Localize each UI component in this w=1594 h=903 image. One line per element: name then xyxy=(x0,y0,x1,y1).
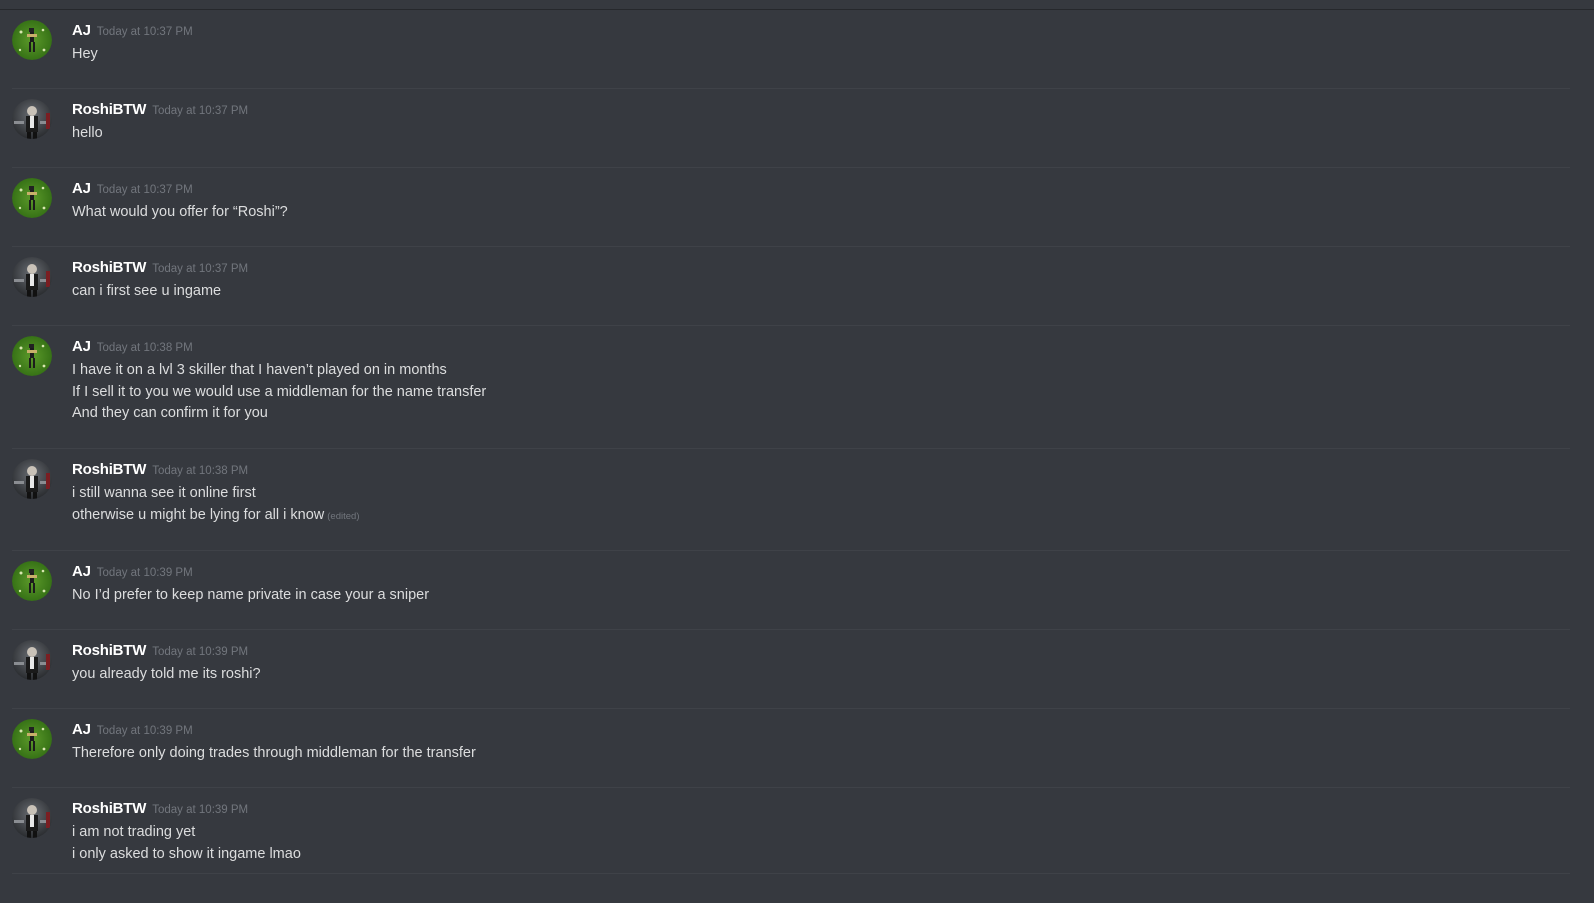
timestamp[interactable]: Today at 10:37 PM xyxy=(97,26,193,38)
message-line: i still wanna see it online first xyxy=(72,485,256,501)
message-line: i only asked to show it ingame lmao xyxy=(72,845,301,862)
message-group[interactable]: AJ Today at 10:37 PM Hey xyxy=(12,10,1570,89)
message-header: AJ Today at 10:39 PM xyxy=(72,563,1570,585)
username[interactable]: RoshiBTW xyxy=(72,800,146,817)
timestamp[interactable]: Today at 10:39 PM xyxy=(97,725,193,737)
username[interactable]: AJ xyxy=(72,22,91,39)
message-line: i am not trading yet xyxy=(72,824,196,840)
avatar[interactable] xyxy=(12,459,52,499)
avatar[interactable] xyxy=(12,719,52,759)
message-text: And they can confirm it for you xyxy=(72,403,1570,425)
message-text: No I’d prefer to keep name private in ca… xyxy=(72,585,1570,607)
message-group[interactable]: RoshiBTW Today at 10:39 PM you already tol… xyxy=(12,630,1570,709)
message-body: RoshiBTW Today at 10:38 PM i still wanna s… xyxy=(72,449,1570,527)
message-line: can i first see u ingame xyxy=(72,283,222,299)
message-text: otherwise u might be lying for all i kno… xyxy=(72,505,1570,528)
channel-header-edge xyxy=(0,0,1594,10)
message-line: And they can confirm it for you xyxy=(72,405,268,421)
message-body: AJ Today at 10:39 PM Therefore only doing … xyxy=(72,709,1570,765)
message-text: hello xyxy=(72,123,1570,145)
avatar[interactable] xyxy=(12,178,52,218)
avatar[interactable] xyxy=(12,257,52,297)
avatar[interactable] xyxy=(12,336,52,376)
message-text: What would you offer for “Roshi”? xyxy=(72,202,1570,224)
message-list[interactable]: AJ Today at 10:37 PM Hey RoshiBTW Today at 1… xyxy=(0,10,1594,874)
message-line: Hey xyxy=(72,46,98,62)
timestamp[interactable]: Today at 10:37 PM xyxy=(97,184,193,196)
message-text: I have it on a lvl 3 skiller that I have… xyxy=(72,360,1570,382)
message-header: AJ Today at 10:37 PM xyxy=(72,180,1570,202)
message-header: RoshiBTW Today at 10:37 PM xyxy=(72,259,1570,281)
username[interactable]: RoshiBTW xyxy=(72,259,146,276)
message-text: you already told me its roshi? xyxy=(72,664,1570,686)
message-text: Hey xyxy=(72,44,1570,66)
edited-tag: (edited) xyxy=(327,510,360,522)
message-body: RoshiBTW Today at 10:39 PM i am not tradin… xyxy=(72,788,1570,865)
message-line: Therefore only doing trades through midd… xyxy=(72,745,476,761)
message-group[interactable]: AJ Today at 10:39 PM Therefore only doing … xyxy=(12,709,1570,788)
message-body: AJ Today at 10:37 PM What would you offer … xyxy=(72,168,1570,224)
message-line: What would you offer for “Roshi”? xyxy=(72,204,288,220)
message-group[interactable]: AJ Today at 10:37 PM What would you offer … xyxy=(12,168,1570,247)
message-text: i still wanna see it online first xyxy=(72,483,1570,505)
message-group[interactable]: RoshiBTW Today at 10:37 PM can i first see… xyxy=(12,247,1570,326)
timestamp[interactable]: Today at 10:38 PM xyxy=(97,342,193,354)
message-line: otherwise u might be lying for all i kno… xyxy=(72,506,325,523)
username[interactable]: RoshiBTW xyxy=(72,642,146,659)
message-body: RoshiBTW Today at 10:39 PM you already tol… xyxy=(72,630,1570,686)
message-text: If I sell it to you we would use a middl… xyxy=(72,382,1570,404)
timestamp[interactable]: Today at 10:37 PM xyxy=(152,263,248,275)
message-text: can i first see u ingame xyxy=(72,281,1570,303)
avatar[interactable] xyxy=(12,99,52,139)
username[interactable]: AJ xyxy=(72,180,91,197)
message-body: AJ Today at 10:37 PM Hey xyxy=(72,10,1570,66)
avatar[interactable] xyxy=(12,798,52,838)
message-header: AJ Today at 10:38 PM xyxy=(72,338,1570,360)
timestamp[interactable]: Today at 10:39 PM xyxy=(97,567,193,579)
timestamp[interactable]: Today at 10:37 PM xyxy=(152,105,248,117)
message-group[interactable]: AJ Today at 10:39 PM No I’d prefer to keep… xyxy=(12,551,1570,630)
message-line: No I’d prefer to keep name private in ca… xyxy=(72,587,430,603)
message-body: AJ Today at 10:38 PM I have it on a lvl 3 … xyxy=(72,326,1570,425)
message-body: RoshiBTW Today at 10:37 PM can i first see… xyxy=(72,247,1570,303)
username[interactable]: AJ xyxy=(72,563,91,580)
message-header: RoshiBTW Today at 10:39 PM xyxy=(72,800,1570,822)
username[interactable]: RoshiBTW xyxy=(72,101,146,118)
message-group[interactable]: AJ Today at 10:38 PM I have it on a lvl 3 … xyxy=(12,326,1570,449)
message-header: RoshiBTW Today at 10:37 PM xyxy=(72,101,1570,123)
username[interactable]: RoshiBTW xyxy=(72,461,146,478)
timestamp[interactable]: Today at 10:38 PM xyxy=(152,465,248,477)
message-text: i am not trading yet xyxy=(72,822,1570,844)
chat-window: AJ Today at 10:37 PM Hey RoshiBTW Today at 1… xyxy=(0,0,1594,903)
message-header: AJ Today at 10:39 PM xyxy=(72,721,1570,743)
message-line: I have it on a lvl 3 skiller that I have… xyxy=(72,362,447,378)
message-header: RoshiBTW Today at 10:39 PM xyxy=(72,642,1570,664)
username[interactable]: AJ xyxy=(72,338,91,355)
avatar[interactable] xyxy=(12,561,52,601)
message-group[interactable]: RoshiBTW Today at 10:39 PM i am not tradin… xyxy=(12,788,1570,874)
avatar[interactable] xyxy=(12,20,52,60)
message-header: RoshiBTW Today at 10:38 PM xyxy=(72,461,1570,483)
message-group[interactable]: RoshiBTW Today at 10:38 PM i still wanna s… xyxy=(12,449,1570,551)
message-line: If I sell it to you we would use a middl… xyxy=(72,383,487,400)
timestamp[interactable]: Today at 10:39 PM xyxy=(152,804,248,816)
message-header: AJ Today at 10:37 PM xyxy=(72,22,1570,44)
avatar[interactable] xyxy=(12,640,52,680)
message-body: RoshiBTW Today at 10:37 PM hello xyxy=(72,89,1570,145)
message-list-bottom xyxy=(0,887,1594,903)
message-line: you already told me its roshi? xyxy=(72,666,261,682)
username[interactable]: AJ xyxy=(72,721,91,738)
message-line: hello xyxy=(72,125,103,141)
message-text: Therefore only doing trades through midd… xyxy=(72,743,1570,765)
timestamp[interactable]: Today at 10:39 PM xyxy=(152,646,248,658)
message-text: i only asked to show it ingame lmao xyxy=(72,844,1570,866)
message-group[interactable]: RoshiBTW Today at 10:37 PM hello xyxy=(12,89,1570,168)
message-body: AJ Today at 10:39 PM No I’d prefer to keep… xyxy=(72,551,1570,607)
